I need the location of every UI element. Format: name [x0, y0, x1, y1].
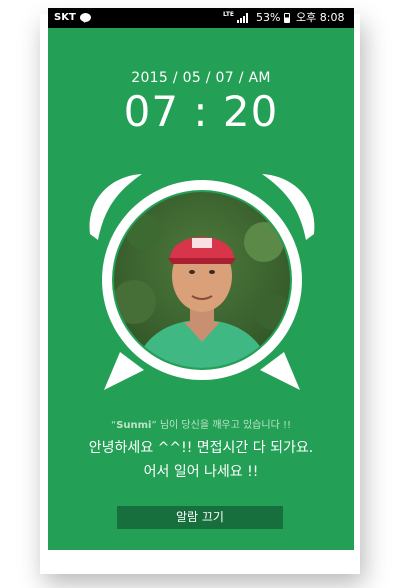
signal-icon	[237, 13, 248, 23]
network-type-label: LTE	[223, 11, 235, 18]
caller-name: Sunmi	[116, 420, 152, 431]
carrier-label: SKT	[54, 12, 76, 23]
caller-suffix: 님이 당신을 깨우고 있습니다 !!	[156, 420, 291, 431]
alarm-message-line-1: 안녕하세요 ^^!! 면접시간 다 되가요.	[88, 440, 314, 456]
alarm-message-line-2: 어서 일어 나세요 !!	[143, 464, 259, 480]
status-time: 오후 8:08	[296, 11, 345, 24]
dismiss-alarm-button[interactable]: 알람 끄기	[117, 506, 283, 529]
alarm-date: 2015 / 05 / 07 / AM	[131, 70, 271, 86]
kakaotalk-icon	[80, 13, 91, 23]
status-bar: SKT LTE 53% 오후 8:08	[48, 8, 354, 28]
caller-line: “Sunmi” 님이 당신을 깨우고 있습니다 !!	[48, 416, 354, 431]
caller-photo	[114, 192, 290, 368]
alarm-time: 07 : 20	[123, 87, 279, 136]
battery-icon	[284, 13, 290, 23]
battery-percent: 53%	[256, 11, 281, 24]
alarm-screen: SKT LTE 53% 오후 8:08 2015 / 05 / 07 / AM …	[48, 8, 354, 550]
caller-photo-image	[114, 192, 290, 368]
